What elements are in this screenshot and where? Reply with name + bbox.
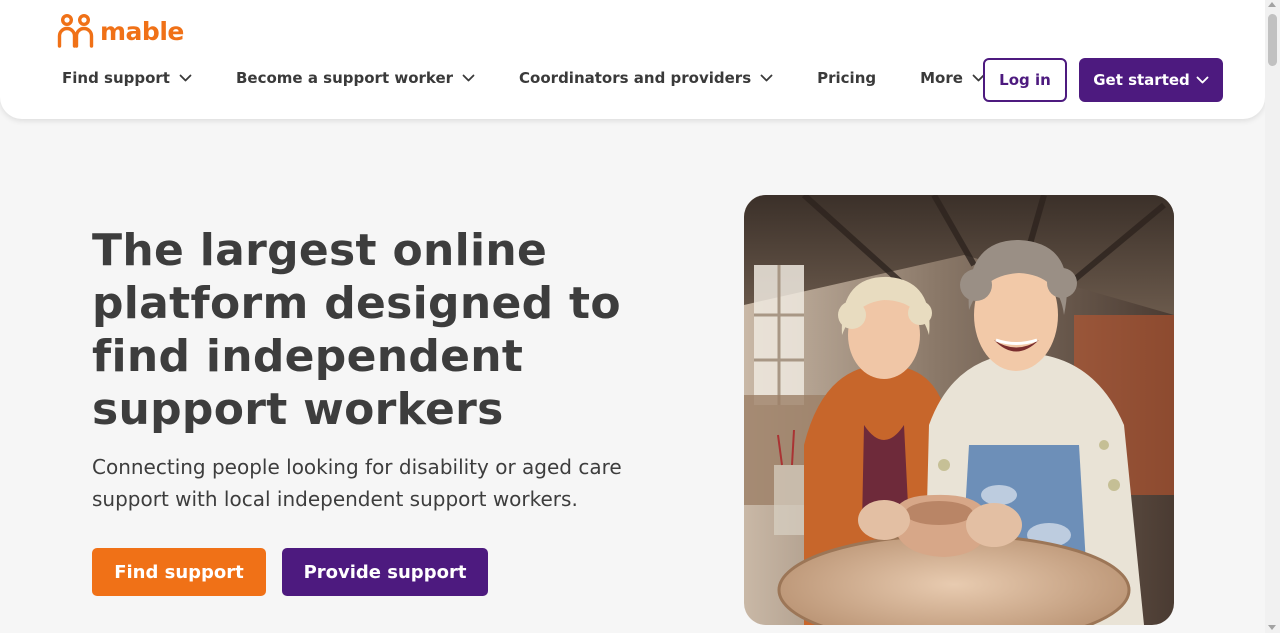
nav-item-label: Become a support worker: [235, 69, 454, 87]
scroll-down-arrow-icon[interactable]: [1268, 625, 1276, 630]
nav-item-more[interactable]: More: [920, 69, 985, 87]
site-header: mable Find support Become a support work…: [0, 0, 1265, 119]
nav-item-label: Coordinators and providers: [519, 69, 752, 87]
find-support-label: Find support: [114, 561, 244, 583]
nav-item-label: Find support: [62, 69, 170, 87]
scroll-up-arrow-icon[interactable]: [1268, 2, 1276, 7]
nav-item-label: Pricing: [817, 69, 877, 87]
pottery-photo-illustration: [744, 195, 1174, 625]
nav-item-become-support-worker[interactable]: Become a support worker: [236, 69, 475, 87]
nav-item-pricing[interactable]: Pricing: [817, 69, 876, 87]
chevron-down-icon: [760, 74, 773, 82]
hero-title: The largest online platform designed to …: [92, 225, 621, 435]
mable-logo[interactable]: mable: [57, 13, 184, 49]
find-support-button[interactable]: Find support: [92, 548, 266, 596]
login-button-label: Log in: [999, 71, 1051, 89]
hero-photo: [744, 195, 1174, 625]
page-scrollbar[interactable]: [1265, 0, 1280, 633]
chevron-down-icon: [1196, 76, 1209, 84]
brand-name: mable: [100, 16, 184, 46]
hero-subtitle: Connecting people looking for disability…: [92, 455, 622, 511]
hero-cta-row: Find support Provide support: [92, 548, 488, 596]
scroll-thumb[interactable]: [1268, 14, 1277, 66]
get-started-button[interactable]: Get started: [1079, 58, 1223, 102]
nav-item-coordinators-providers[interactable]: Coordinators and providers: [519, 69, 773, 87]
login-button[interactable]: Log in: [983, 58, 1067, 102]
chevron-down-icon: [179, 74, 192, 82]
mable-logo-icon: [57, 14, 94, 48]
nav-item-label: More: [920, 69, 963, 87]
chevron-down-icon: [462, 74, 475, 82]
provide-support-button[interactable]: Provide support: [282, 548, 488, 596]
nav-item-find-support[interactable]: Find support: [62, 69, 192, 87]
provide-support-label: Provide support: [303, 561, 467, 583]
main-nav: Find support Become a support worker Coo…: [62, 62, 985, 94]
get-started-label: Get started: [1093, 71, 1190, 89]
